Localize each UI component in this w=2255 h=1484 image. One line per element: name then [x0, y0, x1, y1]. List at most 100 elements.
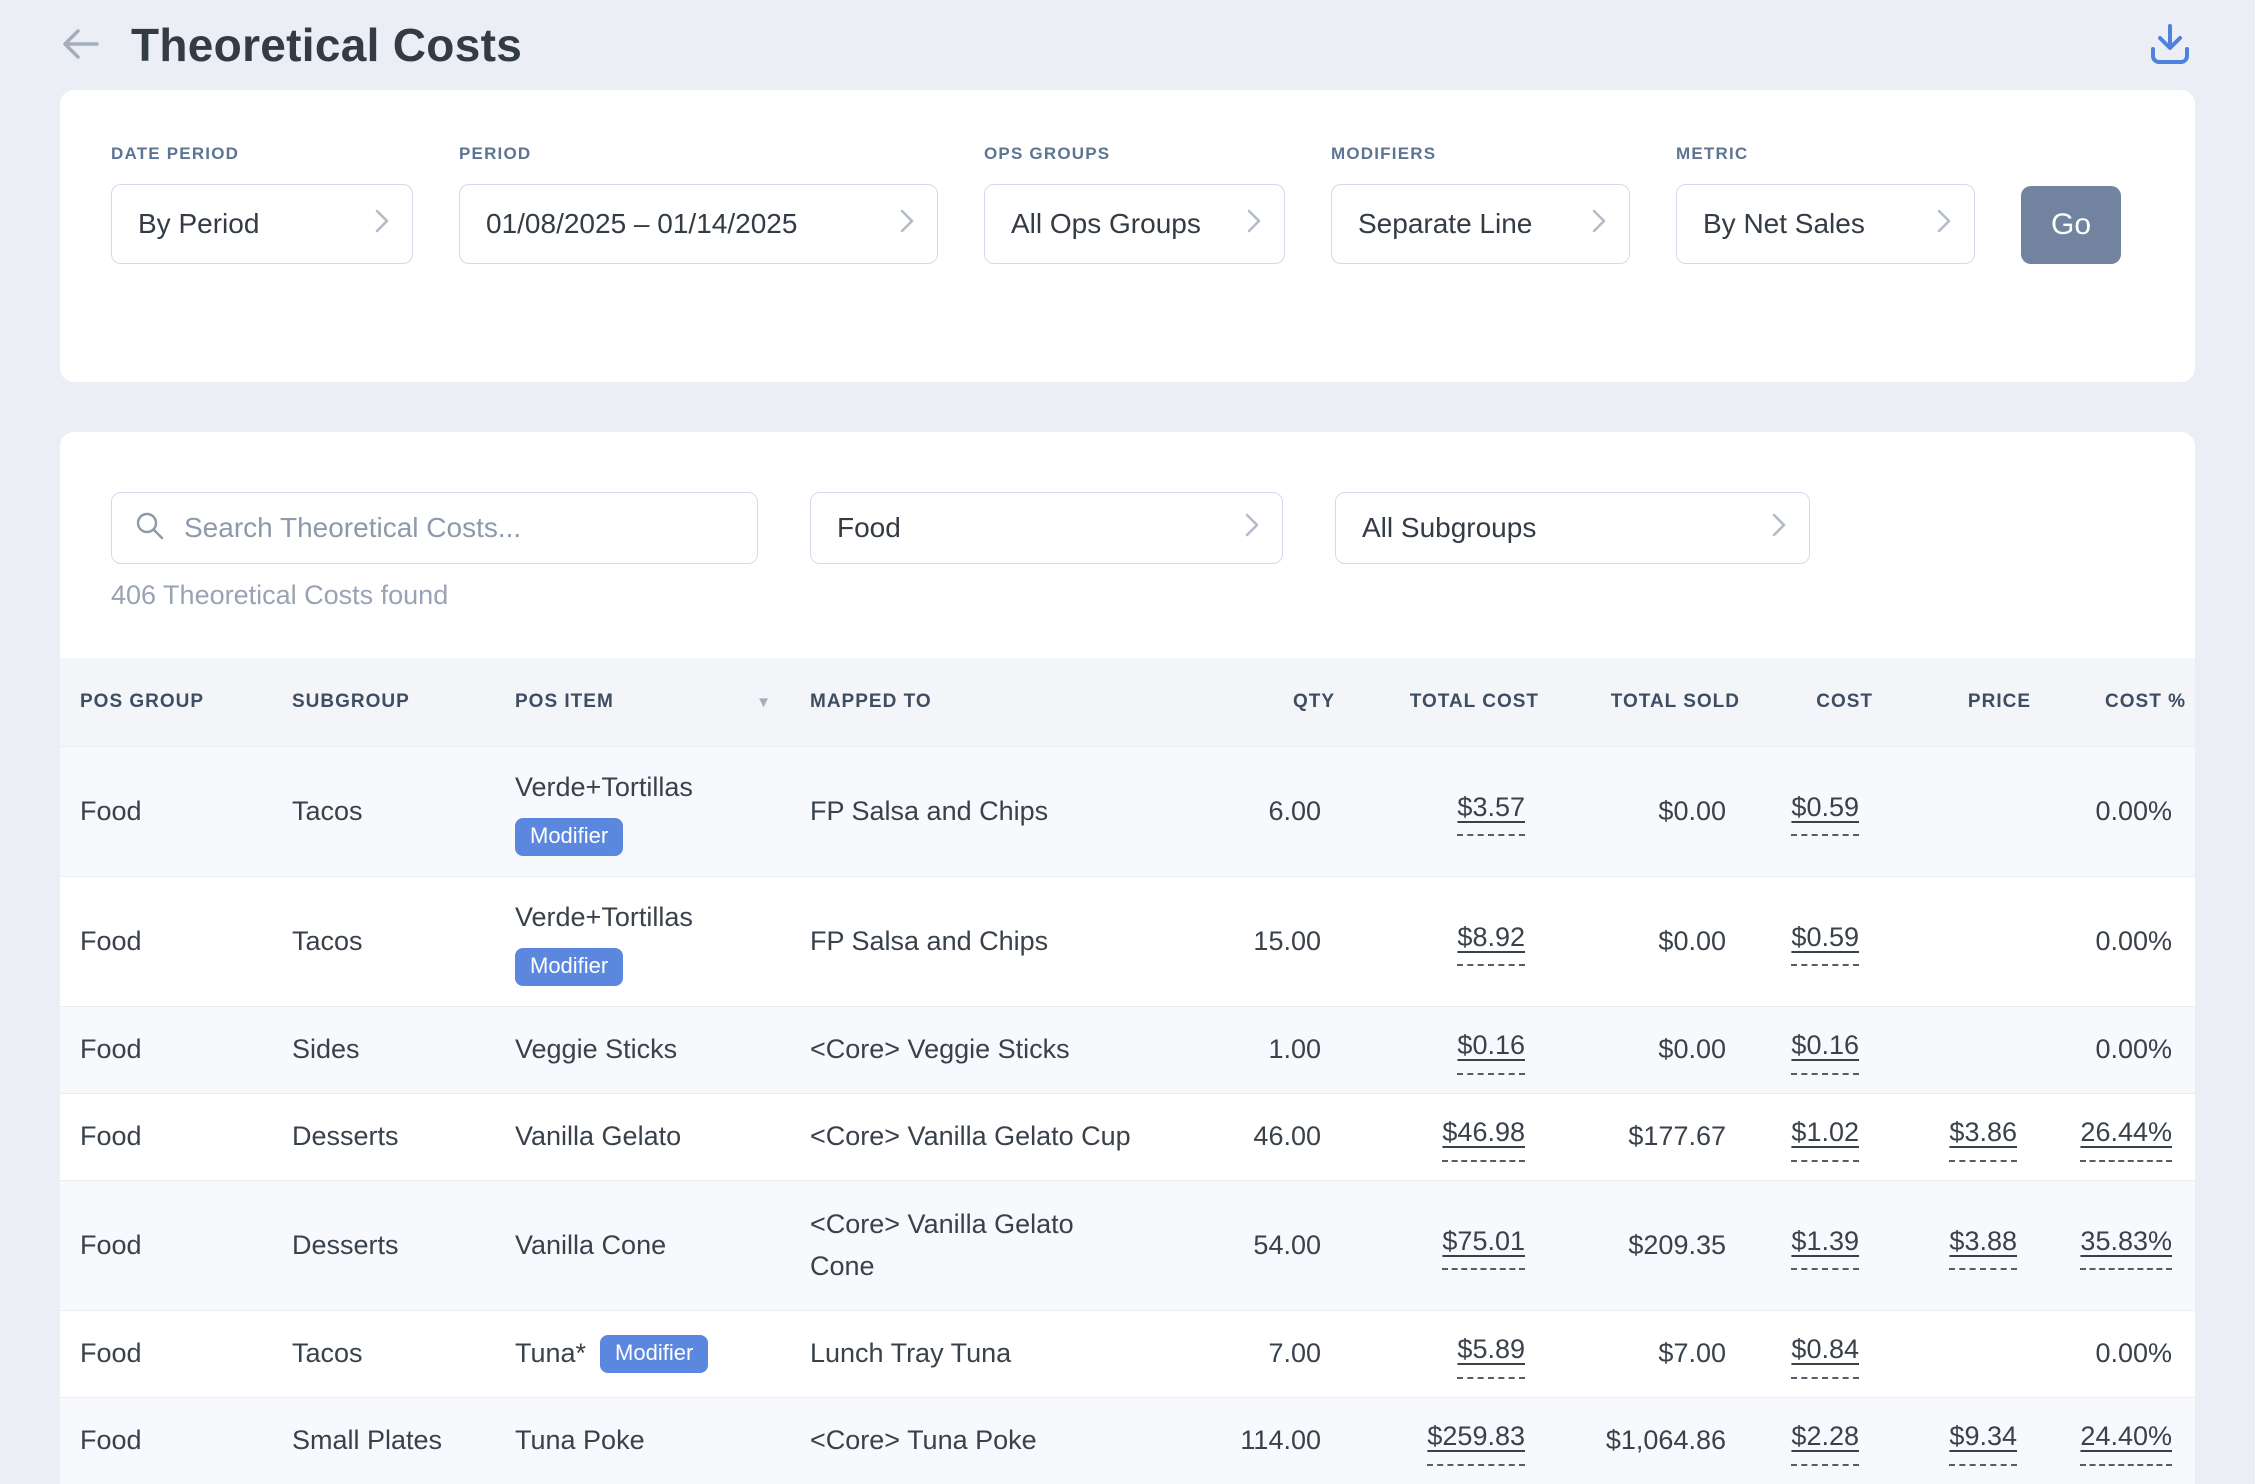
ops-groups-value: All Ops Groups [1011, 208, 1201, 240]
cell-cost: $0.59 [1740, 787, 1873, 837]
chevron-right-icon [899, 207, 915, 242]
tooltip-value[interactable]: $0.59 [1791, 917, 1859, 967]
cell-pos-group: Food [80, 1333, 292, 1375]
cell-pos-group: Food [80, 1420, 292, 1462]
tooltip-value[interactable]: $3.86 [1949, 1112, 2017, 1162]
cell-subgroup: Desserts [292, 1116, 515, 1158]
table-controls: Food All Subgroups [60, 492, 2195, 564]
cell-qty: 46.00 [1146, 1116, 1335, 1158]
column-header-subgroup[interactable]: SUBGROUP [292, 691, 515, 713]
cell-pos-group: Food [80, 1029, 292, 1071]
cell-pos-item: Veggie Sticks [515, 1029, 810, 1071]
search-icon [134, 510, 166, 547]
tooltip-value[interactable]: 35.83% [2080, 1221, 2172, 1271]
cell-pos-group: Food [80, 1116, 292, 1158]
tooltip-value[interactable]: $5.89 [1457, 1329, 1525, 1379]
tooltip-value[interactable]: $1.39 [1791, 1221, 1859, 1271]
cell-cost-pct: 26.44% [2031, 1112, 2186, 1162]
cell-cost-pct: 0.00% [2031, 1333, 2186, 1375]
cell-total-cost: $8.92 [1335, 917, 1539, 967]
cell-subgroup: Tacos [292, 1333, 515, 1375]
cell-mapped-to: <Core> Vanilla Gelato Cone [810, 1204, 1146, 1288]
date-period-select[interactable]: By Period [111, 184, 413, 264]
table-row: Food Small Plates Tuna Poke <Core> Tuna … [60, 1397, 2195, 1484]
subgroup-filter-value: All Subgroups [1362, 512, 1536, 544]
cell-cost: $1.39 [1740, 1221, 1873, 1271]
tooltip-value[interactable]: $9.34 [1949, 1416, 2017, 1466]
period-select[interactable]: 01/08/2025 – 01/14/2025 [459, 184, 938, 264]
cell-mapped-to: <Core> Veggie Sticks [810, 1029, 1146, 1071]
cell-total-cost: $5.89 [1335, 1329, 1539, 1379]
cell-mapped-to: <Core> Tuna Poke [810, 1420, 1146, 1462]
chevron-right-icon [1771, 511, 1787, 546]
back-button[interactable] [55, 20, 105, 70]
cell-cost: $2.28 [1740, 1416, 1873, 1466]
tooltip-value[interactable]: 24.40% [2080, 1416, 2172, 1466]
tooltip-value[interactable]: $3.57 [1457, 787, 1525, 837]
download-button[interactable] [2143, 18, 2197, 72]
chevron-right-icon [1244, 511, 1260, 546]
tooltip-value[interactable]: $0.16 [1457, 1025, 1525, 1075]
metric-select[interactable]: By Net Sales [1676, 184, 1975, 264]
tooltip-value[interactable]: $259.83 [1427, 1416, 1525, 1466]
cell-total-sold: $7.00 [1539, 1333, 1740, 1375]
tooltip-value[interactable]: $2.28 [1791, 1416, 1859, 1466]
cell-mapped-to: Lunch Tray Tuna [810, 1333, 1146, 1375]
tooltip-value[interactable]: $46.98 [1442, 1112, 1525, 1162]
group-filter-select[interactable]: Food [810, 492, 1283, 564]
column-header-total-sold[interactable]: TOTAL SOLD [1539, 691, 1740, 713]
cell-total-sold: $0.00 [1539, 921, 1740, 963]
cell-pos-group: Food [80, 1225, 292, 1267]
column-header-total-cost[interactable]: TOTAL COST [1335, 691, 1539, 713]
column-header-pos-group[interactable]: POS GROUP [80, 691, 292, 713]
cell-pos-item: Tuna* Modifier [515, 1333, 810, 1375]
ops-groups-select[interactable]: All Ops Groups [984, 184, 1285, 264]
cell-cost-pct: 0.00% [2031, 1029, 2186, 1071]
cell-cost-pct: 0.00% [2031, 791, 2186, 833]
filter-modifiers: MODIFIERS Separate Line [1331, 144, 1630, 264]
filter-label: METRIC [1676, 144, 1975, 164]
modifier-badge: Modifier [515, 948, 623, 986]
cell-price: $3.86 [1873, 1112, 2031, 1162]
subgroup-filter-select[interactable]: All Subgroups [1335, 492, 1810, 564]
period-value: 01/08/2025 – 01/14/2025 [486, 208, 797, 240]
tooltip-value[interactable]: $75.01 [1442, 1221, 1525, 1271]
cell-cost: $0.59 [1740, 917, 1873, 967]
download-icon [2146, 20, 2194, 71]
column-header-price[interactable]: PRICE [1873, 691, 2031, 713]
column-header-cost-pct[interactable]: COST % [2031, 691, 2186, 713]
sort-descending-icon: ▼ [756, 694, 772, 711]
chevron-right-icon [374, 207, 390, 242]
table-row: Food Tacos Verde+Tortillas Modifier FP S… [60, 746, 2195, 876]
tooltip-value[interactable]: $0.16 [1791, 1025, 1859, 1075]
column-header-mapped-to[interactable]: MAPPED TO [810, 691, 1146, 713]
go-button[interactable]: Go [2021, 186, 2121, 264]
tooltip-value[interactable]: $1.02 [1791, 1112, 1859, 1162]
cell-cost: $1.02 [1740, 1112, 1873, 1162]
tooltip-value[interactable]: $0.59 [1791, 787, 1859, 837]
cell-pos-item: Tuna Poke [515, 1420, 810, 1462]
tooltip-value[interactable]: $3.88 [1949, 1221, 2017, 1271]
table-row: Food Tacos Tuna* Modifier Lunch Tray Tun… [60, 1310, 2195, 1397]
cell-qty: 114.00 [1146, 1420, 1335, 1462]
search-input[interactable] [184, 512, 737, 544]
results-panel: Food All Subgroups 406 Theoretical Costs… [60, 432, 2195, 1484]
filter-period: PERIOD 01/08/2025 – 01/14/2025 [459, 144, 938, 264]
group-filter-value: Food [837, 512, 901, 544]
filter-panel: DATE PERIOD By Period PERIOD 01/08/2025 … [60, 90, 2195, 382]
column-header-pos-item[interactable]: POS ITEM ▼ [515, 691, 810, 713]
cell-total-sold: $177.67 [1539, 1116, 1740, 1158]
cell-cost-pct: 24.40% [2031, 1416, 2186, 1466]
column-header-qty[interactable]: QTY [1146, 691, 1335, 713]
tooltip-value[interactable]: $8.92 [1457, 917, 1525, 967]
filter-label: MODIFIERS [1331, 144, 1630, 164]
tooltip-value[interactable]: 26.44% [2080, 1112, 2172, 1162]
cell-pos-item: Verde+Tortillas Modifier [515, 879, 810, 1004]
cell-subgroup: Desserts [292, 1225, 515, 1267]
cell-pos-item: Verde+Tortillas Modifier [515, 749, 810, 874]
modifiers-select[interactable]: Separate Line [1331, 184, 1630, 264]
cell-price: $9.34 [1873, 1416, 2031, 1466]
cell-mapped-to: FP Salsa and Chips [810, 921, 1146, 963]
tooltip-value[interactable]: $0.84 [1791, 1329, 1859, 1379]
column-header-cost[interactable]: COST [1740, 691, 1873, 713]
